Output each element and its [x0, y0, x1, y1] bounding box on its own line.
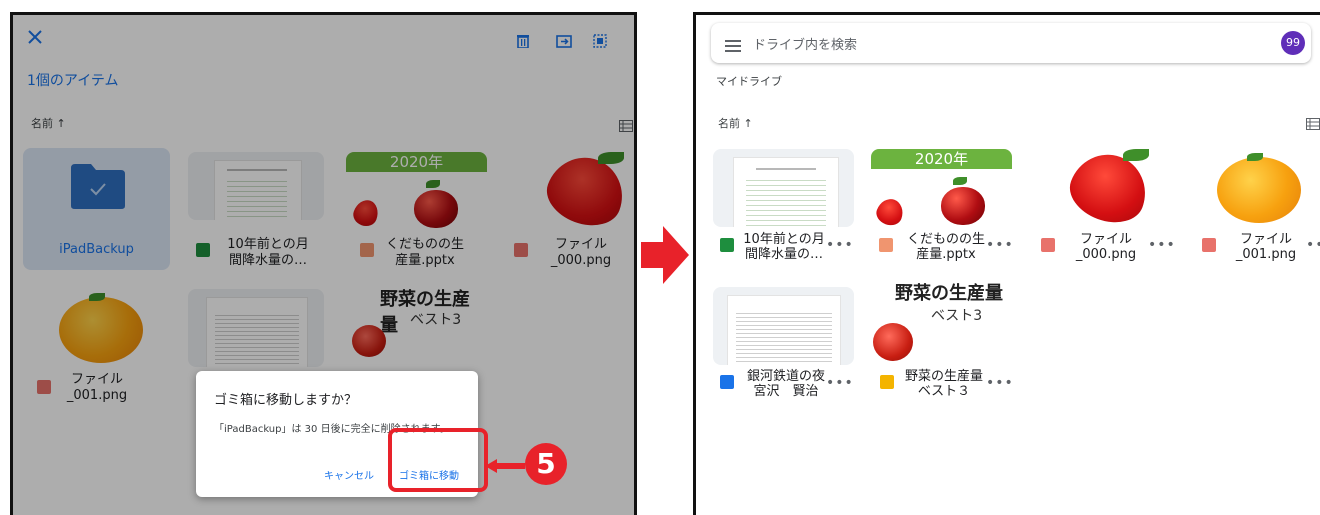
file-tile-spreadsheet[interactable] — [713, 149, 854, 227]
file-name-line1: ファイル — [1079, 232, 1132, 247]
right-screen: ドライブ内を検索 99 マイドライブ 名前 ↑ 10年前との月 間降水量の… •… — [693, 12, 1320, 515]
veg-subtitle: ベスト3 — [931, 308, 983, 324]
sheets-icon — [720, 238, 734, 252]
more-options-button[interactable]: ••• — [826, 237, 854, 253]
more-options-button[interactable]: ••• — [1306, 237, 1320, 253]
document-thumbnail — [727, 295, 841, 365]
more-options-button[interactable]: ••• — [826, 375, 854, 391]
tomato-image — [873, 323, 913, 361]
file-name-line2: _001.png — [1235, 247, 1297, 262]
orange-image — [1217, 157, 1301, 223]
more-options-button[interactable]: ••• — [986, 375, 1014, 391]
docs-icon — [720, 375, 734, 389]
sort-label[interactable]: 名前 ↑ — [718, 115, 753, 131]
spreadsheet-thumbnail — [733, 157, 839, 227]
file-tile-001-png[interactable] — [1193, 149, 1320, 227]
apple-image — [941, 187, 985, 225]
file-name-line1: 野菜の生産量 — [904, 369, 983, 384]
veg-title: 野菜の生産量 — [895, 283, 1003, 304]
highlight-box — [388, 428, 488, 492]
step-number-badge: 5 — [525, 443, 567, 485]
image-icon — [1041, 238, 1055, 252]
file-name-line1: 10年前との月 — [743, 232, 825, 247]
strawberry-image — [1062, 149, 1156, 227]
avatar[interactable]: 99 — [1281, 31, 1305, 55]
search-bar[interactable]: ドライブ内を検索 99 — [711, 23, 1311, 63]
file-name-line1: くだものの生 — [906, 232, 985, 247]
file-tile-vegetables[interactable]: 野菜の生産量 ベスト3 — [871, 275, 1012, 365]
file-name-line2: 宮沢 賢治 — [753, 384, 819, 399]
slides-icon — [880, 375, 894, 389]
search-placeholder: ドライブ内を検索 — [753, 38, 858, 53]
file-name-line2: 産量.pptx — [916, 247, 976, 262]
image-icon — [1202, 238, 1216, 252]
file-name-line1: 銀河鉄道の夜 — [746, 369, 825, 384]
file-name-line2: 間降水量の… — [744, 247, 823, 262]
strawberry-image — [873, 195, 907, 227]
file-tile-fruit-pptx[interactable]: 2020年 — [871, 149, 1012, 227]
callout-arrow — [485, 458, 525, 473]
left-screen: 1個のアイテム 名前 ↑ iPadBackup 10年前との月 間降水量の… 2… — [10, 12, 637, 515]
view-toggle-icon[interactable] — [1306, 115, 1320, 130]
cancel-button[interactable]: キャンセル — [324, 467, 374, 482]
banner-2020: 2020年 — [871, 149, 1012, 169]
avatar-text: 99 — [1286, 36, 1300, 49]
file-tile-document[interactable] — [713, 287, 854, 365]
menu-icon[interactable] — [725, 37, 741, 52]
step-number: 5 — [536, 447, 556, 480]
more-options-button[interactable]: ••• — [986, 237, 1014, 253]
slides-p-icon — [879, 238, 893, 252]
more-options-button[interactable]: ••• — [1148, 237, 1176, 253]
file-name-line1: ファイル — [1239, 232, 1292, 247]
dialog-title: ゴミ箱に移動しますか？ — [214, 393, 358, 408]
file-name-line2: _000.png — [1075, 247, 1137, 262]
transition-arrow — [641, 226, 689, 284]
file-name-line2: ベスト３ — [917, 384, 971, 399]
file-tile-000-png[interactable] — [1031, 149, 1172, 227]
breadcrumb[interactable]: マイドライブ — [716, 73, 782, 89]
